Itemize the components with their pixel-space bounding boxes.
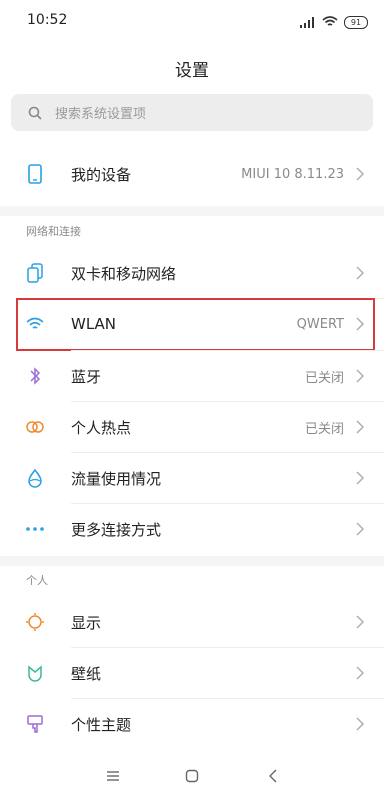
data-usage-row[interactable]: 流量使用情况 [0,453,384,503]
more-connections-label: 更多连接方式 [71,520,162,539]
hotspot-value: 已关闭 [304,421,344,437]
search-bar[interactable]: 搜索系统设置项 [11,94,373,131]
data-usage-label: 流量使用情况 [71,469,162,488]
navigation-bar [0,752,384,800]
wallpaper-row[interactable]: 壁纸 [0,648,384,698]
chevron-right-icon [356,666,364,680]
bluetooth-icon [24,365,46,387]
search-icon [27,105,43,121]
display-row[interactable]: 显示 [0,597,384,647]
more-dots-icon [24,518,46,540]
more-connections-row[interactable]: 更多连接方式 [0,504,384,554]
chevron-right-icon [356,266,364,280]
my-device-value: MIUI 10 8.11.23 [241,166,344,182]
theme-row[interactable]: 个性主题 [0,699,384,749]
theme-label: 个性主题 [71,715,132,734]
brightness-icon [24,611,46,633]
bluetooth-label: 蓝牙 [71,367,102,386]
wallpaper-icon [24,662,46,684]
chevron-right-icon [356,471,364,485]
theme-brush-icon [24,713,46,735]
section-personal: 个人 [26,574,48,587]
dual-sim-label: 双卡和移动网络 [71,264,177,283]
highlight-box [16,298,375,351]
bluetooth-row[interactable]: 蓝牙 已关闭 [0,351,384,401]
back-icon[interactable] [263,766,283,786]
my-device-row[interactable]: 我的设备 MIUI 10 8.11.23 [0,149,384,199]
status-icons: 91 [300,13,368,32]
phone-icon [24,163,46,185]
dual-sim-row[interactable]: 双卡和移动网络 [0,248,384,298]
chevron-right-icon [356,369,364,383]
chevron-right-icon [356,522,364,536]
status-bar: 10:52 91 [0,0,384,40]
hotspot-label: 个人热点 [71,418,132,437]
display-label: 显示 [71,613,102,632]
menu-icon[interactable] [103,766,123,786]
wifi-status-icon [322,13,338,32]
battery-icon: 91 [344,16,368,29]
hotspot-icon [24,416,46,438]
section-divider [0,556,384,566]
sim-card-icon [24,262,46,284]
status-time: 10:52 [27,12,68,28]
chevron-right-icon [356,167,364,181]
home-icon[interactable] [182,766,202,786]
search-placeholder: 搜索系统设置项 [55,107,147,122]
signal-icon [300,13,316,32]
chevron-right-icon [356,615,364,629]
chevron-right-icon [356,420,364,434]
section-divider [0,206,384,216]
page-title: 设置 [175,61,209,81]
bluetooth-value: 已关闭 [304,370,344,386]
my-device-label: 我的设备 [71,165,132,184]
section-network: 网络和连接 [26,225,81,238]
hotspot-row[interactable]: 个人热点 已关闭 [0,402,384,452]
chevron-right-icon [356,717,364,731]
wallpaper-label: 壁纸 [71,664,102,683]
water-drop-icon [24,467,46,489]
